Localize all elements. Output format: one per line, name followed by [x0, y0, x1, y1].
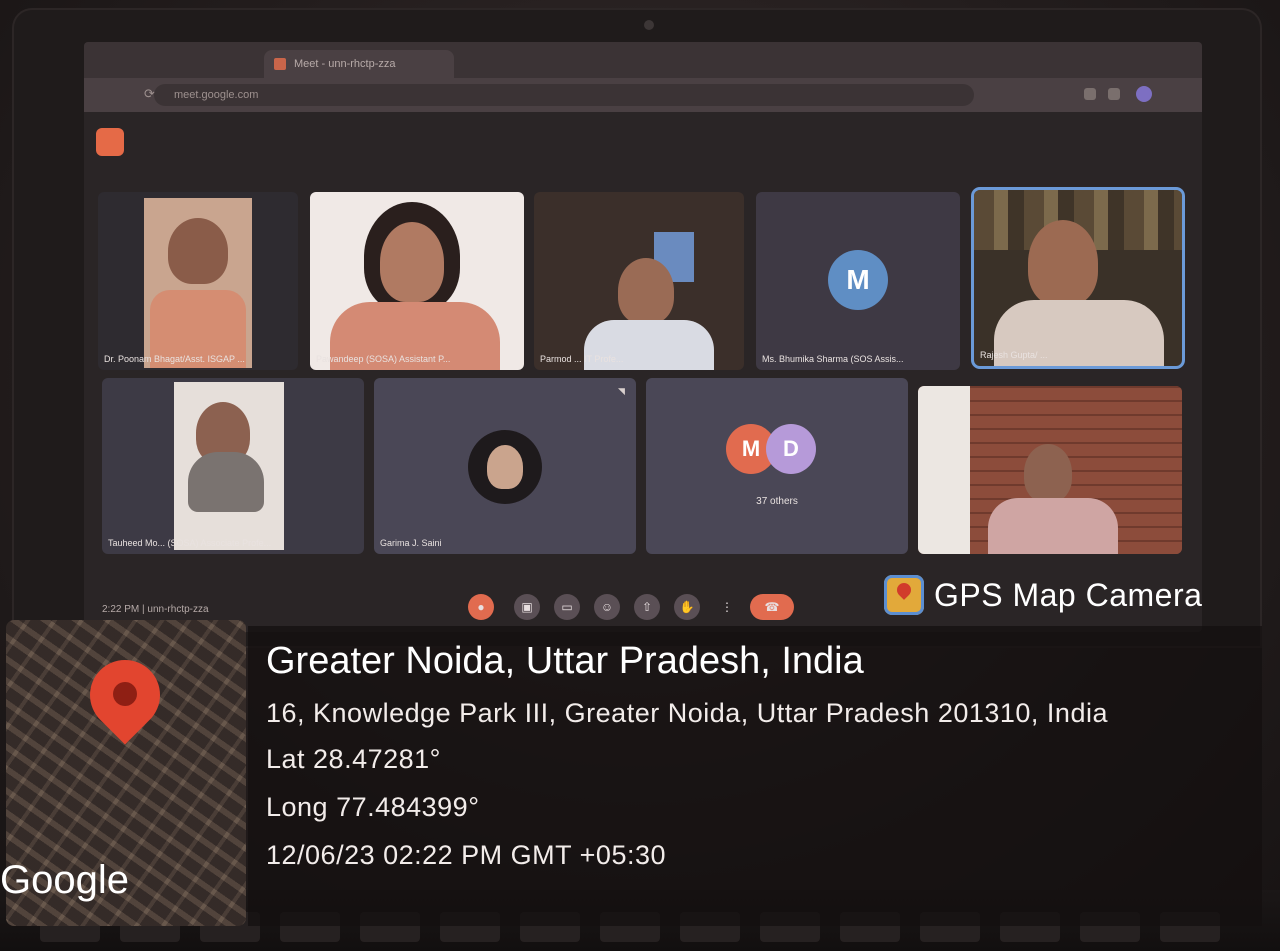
avatar-letter: M [741, 436, 761, 461]
star-icon[interactable] [1084, 88, 1096, 100]
participant-tile[interactable]: M Ms. Bhumika Sharma (SOS Assis... [756, 192, 960, 370]
others-tile[interactable]: M D 37 others [646, 378, 908, 554]
participant-name: Pawandeep (SOSA) Assistant P... [316, 354, 451, 364]
participant-tile[interactable]: Tauheed Mo... (SOSA) Associate Profe... [102, 378, 364, 554]
participant-tile-active-speaker[interactable]: Rajesh Gupta/ ... [974, 190, 1182, 366]
browser-address-bar: ⟳ meet.google.com [84, 78, 1202, 112]
participant-face [1028, 220, 1098, 306]
mic-off-button[interactable]: ● [468, 594, 494, 620]
gps-map-camera-icon [884, 575, 924, 615]
meeting-time-code: 2:22 PM | unn-rhctp-zza [102, 604, 209, 615]
captions-button[interactable]: ▭ [554, 594, 580, 620]
meeting-time: 2:22 PM [102, 604, 140, 615]
participant-face [380, 222, 444, 302]
participant-name: Dr. Poonam Bhagat/Asst. ISGAP ... [104, 354, 245, 364]
google-logo: Google [0, 858, 129, 902]
more-options-icon[interactable]: ⋮ [714, 594, 740, 620]
avatar-photo [487, 445, 523, 489]
participant-tile[interactable] [918, 386, 1182, 554]
browser-tab[interactable]: Meet - unn-rhctp-zza [264, 50, 454, 78]
gps-map-camera-brand: GPS Map Camera [884, 570, 1278, 620]
gps-brand-text: GPS Map Camera [934, 576, 1203, 613]
participant-beard [188, 452, 264, 512]
participant-face [618, 258, 674, 324]
raise-hand-button[interactable]: ✋ [674, 594, 700, 620]
participant-name: Parmod ... IT Profe... [540, 354, 624, 364]
participant-face [168, 218, 228, 284]
present-button[interactable]: ⇧ [634, 594, 660, 620]
meet-favicon-icon [274, 58, 286, 70]
map-pin-center [113, 682, 137, 706]
location-longitude: Long 77.484399° [266, 792, 480, 822]
participant-tile[interactable]: ◥ Garima J. Saini [374, 378, 636, 554]
participant-clothing [988, 498, 1118, 554]
mic-off-icon: ◥ [618, 386, 625, 396]
meeting-code: unn-rhctp-zza [147, 604, 209, 615]
participant-name: Ms. Bhumika Sharma (SOS Assis... [762, 354, 904, 364]
participant-face [1024, 444, 1072, 502]
location-timestamp: 12/06/23 02:22 PM GMT +05:30 [266, 840, 667, 870]
avatar-letter: D [783, 436, 799, 461]
end-call-button[interactable]: ☎ [750, 594, 794, 620]
gps-pin-icon [894, 580, 914, 600]
participant-avatar [468, 430, 542, 504]
participant-name: Garima J. Saini [380, 538, 442, 548]
participant-video [174, 382, 284, 550]
avatar-letter: M [846, 264, 870, 295]
location-latitude: Lat 28.47281° [266, 744, 441, 774]
browser-tabbar: Meet - unn-rhctp-zza [84, 42, 1202, 78]
others-count: 37 others [756, 496, 798, 507]
participant-tile[interactable]: Parmod ... IT Profe... [534, 192, 744, 370]
url-field[interactable]: meet.google.com [154, 84, 974, 106]
wall [918, 386, 970, 554]
participant-tile[interactable]: Pawandeep (SOSA) Assistant P... [310, 192, 524, 370]
location-address: 16, Knowledge Park III, Greater Noida, U… [266, 698, 1108, 728]
url-text: meet.google.com [174, 89, 259, 101]
webcam [644, 20, 654, 30]
meet-logo-icon [96, 128, 124, 156]
others-avatar-d: D [766, 424, 816, 474]
extension-icon[interactable] [1108, 88, 1120, 100]
participant-tile[interactable]: Dr. Poonam Bhagat/Asst. ISGAP ... [98, 192, 298, 370]
emoji-button[interactable]: ☺ [594, 594, 620, 620]
participant-name: Rajesh Gupta/ ... [980, 350, 1048, 360]
laptop-screen: Meet - unn-rhctp-zza ⟳ meet.google.com D… [84, 42, 1202, 632]
tab-title: Meet - unn-rhctp-zza [294, 58, 396, 70]
location-title: Greater Noida, Uttar Pradesh, India [266, 640, 864, 682]
participant-video [144, 198, 252, 368]
camera-button[interactable]: ▣ [514, 594, 540, 620]
participant-name: Tauheed Mo... (SOSA) Associate Profe... [108, 538, 272, 548]
profile-avatar[interactable] [1136, 86, 1152, 102]
participant-avatar: M [828, 250, 888, 310]
